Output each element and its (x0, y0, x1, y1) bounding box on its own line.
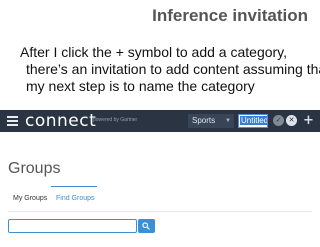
app-header: connect powered by Gartner Sports ▼ Unti… (0, 110, 320, 132)
caption-line: there’s an invitation to add content ass… (26, 61, 320, 77)
category-name-input[interactable]: Untitled (238, 114, 268, 128)
caption-line: After I click the + symbol to add a cate… (20, 44, 288, 60)
hamburger-menu-icon[interactable] (7, 116, 18, 126)
checkmark-icon: ✓ (275, 116, 282, 124)
divider (8, 211, 312, 212)
powered-by-label: powered by Gartner (93, 117, 138, 123)
caption-line: my next step is to name the category (26, 78, 255, 94)
close-icon: ✕ (288, 116, 295, 124)
category-select-value: Sports (192, 116, 216, 125)
search-button[interactable] (138, 219, 155, 233)
slide-caption: After I click the + symbol to add a cate… (20, 44, 320, 95)
plus-icon: + (303, 113, 314, 128)
add-category-button[interactable]: + (303, 113, 314, 128)
cancel-button[interactable]: ✕ (286, 115, 297, 126)
category-select[interactable]: Sports ▼ (188, 114, 234, 128)
page-title: Groups (8, 160, 61, 177)
slide-title: Inference invitation (152, 6, 308, 25)
confirm-button[interactable]: ✓ (273, 115, 284, 126)
category-name-value: Untitled (240, 116, 268, 125)
active-tab-indicator (51, 186, 97, 187)
app-logo: connect (25, 111, 97, 131)
search-icon (142, 222, 150, 230)
chevron-down-icon: ▼ (225, 118, 231, 124)
tab-my-groups[interactable]: My Groups (13, 195, 47, 202)
tab-find-groups[interactable]: Find Groups (56, 195, 95, 202)
search-input[interactable] (8, 219, 137, 233)
